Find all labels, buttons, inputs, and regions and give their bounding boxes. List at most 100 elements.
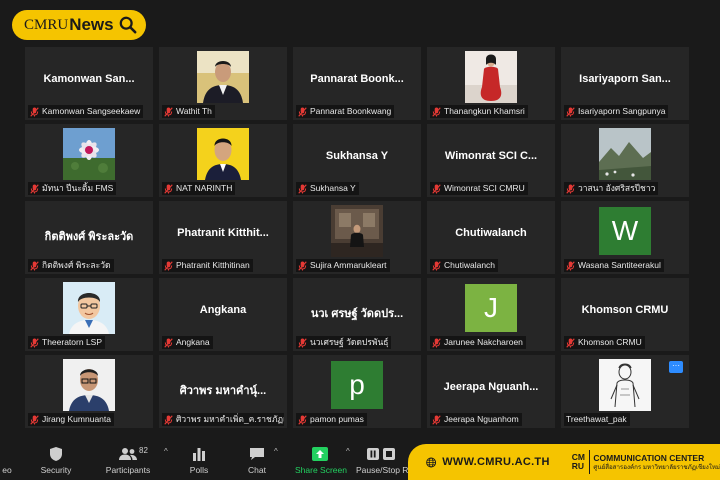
pause-stop-recording-button[interactable]: Pause/Stop R (356, 445, 408, 479)
participant-display-name: Kamonwan San... (43, 73, 135, 85)
brand-title: COMMUNICATION CENTER (593, 452, 705, 463)
participants-label: Participants (105, 465, 151, 475)
participant-tile[interactable]: Thanangkun Khamsri (427, 47, 555, 120)
chat-button[interactable]: Chat (242, 445, 272, 479)
muted-mic-icon (298, 183, 307, 194)
participant-tile[interactable]: ··· Treethawat_pak (561, 355, 689, 428)
participant-tile[interactable]: Isariyaporn San... Isariyaporn Sangpunya (561, 47, 689, 120)
participant-tile[interactable]: J Jarunee Nakcharoen (427, 278, 555, 351)
participant-display-name: Pannarat Boonk... (310, 73, 404, 85)
participant-tile[interactable]: Sujira Ammarukleart (293, 201, 421, 274)
participant-name-text: นวเศรษฐ์ วัดดปรพันธุ์ (310, 337, 389, 347)
participant-name-text: pamon pumas (310, 414, 364, 424)
participant-name-text: ศิวาพร มหาคำเพิ่ต_ค.ราชภัฏเ... (176, 414, 284, 424)
share-caret-icon[interactable]: ^ (346, 447, 350, 456)
participant-initial-avatar: W (599, 207, 651, 255)
participant-name-text: Jeerapa Nguanhom (444, 414, 519, 424)
participant-name-text: Phatranit Kitthitinan (176, 260, 250, 270)
participant-tile[interactable]: วาสนา อังศริสรปีชาว (561, 124, 689, 197)
participant-display-name: Isariyaporn San... (579, 73, 671, 85)
participant-name-label: Sujira Ammarukleart (296, 259, 390, 272)
participant-tile[interactable]: Kamonwan San... Kamonwan Sangseekaew (25, 47, 153, 120)
participant-tile[interactable]: Wathit Th (159, 47, 287, 120)
participant-name-text: มัทนา ปีนะติ้ม FMS (42, 183, 114, 193)
participant-tile[interactable]: มัทนา ปีนะติ้ม FMS (25, 124, 153, 197)
participant-display-name: Phatranit Kitthit... (177, 227, 269, 239)
participant-name-label: นวเศรษฐ์ วัดดปรพันธุ์ (296, 336, 392, 349)
participant-video-sketch-figure (599, 359, 651, 411)
participant-tile[interactable]: Pannarat Boonk... Pannarat Boonkwang (293, 47, 421, 120)
pause-icon (367, 448, 395, 460)
participant-name-label: Wimonrat SCI CMRU (430, 182, 528, 195)
video-button[interactable]: eo (0, 445, 14, 479)
participant-video-woman-red-dress (465, 51, 517, 103)
participant-tile[interactable]: Sukhansa Y Sukhansa Y (293, 124, 421, 197)
share-screen-button[interactable]: Share Screen (295, 445, 347, 479)
participant-name-label: Wathit Th (162, 105, 215, 118)
muted-mic-icon (30, 414, 39, 425)
security-button[interactable]: Security (36, 445, 76, 479)
participant-name-text: Sukhansa Y (310, 183, 356, 193)
participant-name-text: Wimonrat SCI CMRU (444, 183, 525, 193)
participant-tile[interactable]: Wimonrat SCI C... Wimonrat SCI CMRU (427, 124, 555, 197)
muted-mic-icon (566, 260, 575, 271)
muted-mic-icon (298, 414, 307, 425)
participant-tile[interactable]: Jirang Kumnuanta (25, 355, 153, 428)
brand-text: COMMUNICATION CENTER ศูนย์สื่อสารองค์กร … (593, 453, 720, 472)
cmru-mark-bottom: RU (571, 461, 584, 471)
polls-button[interactable]: Polls (184, 445, 214, 479)
participant-display-name: Khomson CRMU (581, 304, 669, 316)
website-url[interactable]: WWW.CMRU.AC.TH (442, 456, 549, 468)
participant-tile[interactable]: นวเ ศรษฐ์ วัดดปร... นวเศรษฐ์ วัดดปรพันธุ์ (293, 278, 421, 351)
muted-mic-icon (432, 183, 441, 194)
participant-tile[interactable]: Jeerapa Nguanh... Jeerapa Nguanhom (427, 355, 555, 428)
participant-tile[interactable]: Khomson CRMU Khomson CRMU (561, 278, 689, 351)
muted-mic-icon (30, 106, 39, 117)
muted-mic-icon (164, 260, 173, 271)
participant-display-name: Jeerapa Nguanh... (443, 381, 539, 393)
muted-mic-icon (566, 106, 575, 117)
participant-display-name: Angkana (199, 304, 247, 316)
participant-name-label: Jirang Kumnuanta (28, 413, 114, 426)
participant-video-cartoon-man (63, 282, 115, 334)
participant-name-text: Pannarat Boonkwang (310, 106, 392, 116)
muted-mic-icon (432, 337, 441, 348)
more-options-icon[interactable]: ··· (669, 361, 683, 373)
participant-tile[interactable]: W Wasana Santiteerakul (561, 201, 689, 274)
participant-name-text: Angkana (176, 337, 210, 347)
participant-initial-avatar: J (465, 284, 517, 332)
muted-mic-icon (566, 183, 575, 194)
participant-name-label: NAT NARINTH (162, 182, 236, 195)
participant-name-text: Thanangkun Khamsri (444, 106, 525, 116)
participant-video-man-suit-yellow-bg (197, 51, 249, 103)
participant-name-label: Isariyaporn Sangpunya (564, 105, 669, 118)
participant-tile[interactable]: กิตติพงศ์ พิระละวัด กิตติพงศ์ พิระละวัด (25, 201, 153, 274)
share-screen-label: Share Screen (295, 465, 347, 475)
chat-label: Chat (248, 465, 266, 475)
people-icon (119, 448, 137, 460)
participant-name-text: Wasana Santiteerakul (578, 260, 661, 270)
muted-mic-icon (164, 183, 173, 194)
participant-tile[interactable]: Phatranit Kitthit... Phatranit Kitthitina… (159, 201, 287, 274)
participant-name-text: วาสนา อังศริสรปีชาว (578, 183, 656, 193)
chat-caret-icon[interactable]: ^ (274, 447, 278, 456)
logo-cmru-text: CMRU (24, 16, 69, 33)
participant-tile[interactable]: ศิวาพร มหาคำนุ์... ศิวาพร มหาคำเพิ่ต_ค.รา… (159, 355, 287, 428)
participant-tile[interactable]: Angkana Angkana (159, 278, 287, 351)
participant-tile[interactable]: p pamon pumas (293, 355, 421, 428)
search-icon (119, 16, 137, 34)
participant-tile[interactable]: Theeratorn LSP (25, 278, 153, 351)
muted-mic-icon (432, 260, 441, 271)
participant-name-label: Jarunee Nakcharoen (430, 336, 526, 349)
pause-stop-label: Pause/Stop R (356, 465, 409, 475)
participant-name-text: Jirang Kumnuanta (42, 414, 111, 424)
participant-tile[interactable]: NAT NARINTH (159, 124, 287, 197)
participant-name-label: Wasana Santiteerakul (564, 259, 664, 272)
participant-display-name: Wimonrat SCI C... (444, 150, 538, 162)
participants-caret-icon[interactable]: ^ (164, 447, 168, 456)
participant-name-label: Kamonwan Sangseekaew (28, 105, 144, 118)
participant-display-name: Sukhansa Y (325, 150, 389, 162)
polls-label: Polls (189, 465, 209, 475)
participant-tile[interactable]: Chutiwalanch Chutiwalanch (427, 201, 555, 274)
muted-mic-icon (298, 337, 307, 348)
